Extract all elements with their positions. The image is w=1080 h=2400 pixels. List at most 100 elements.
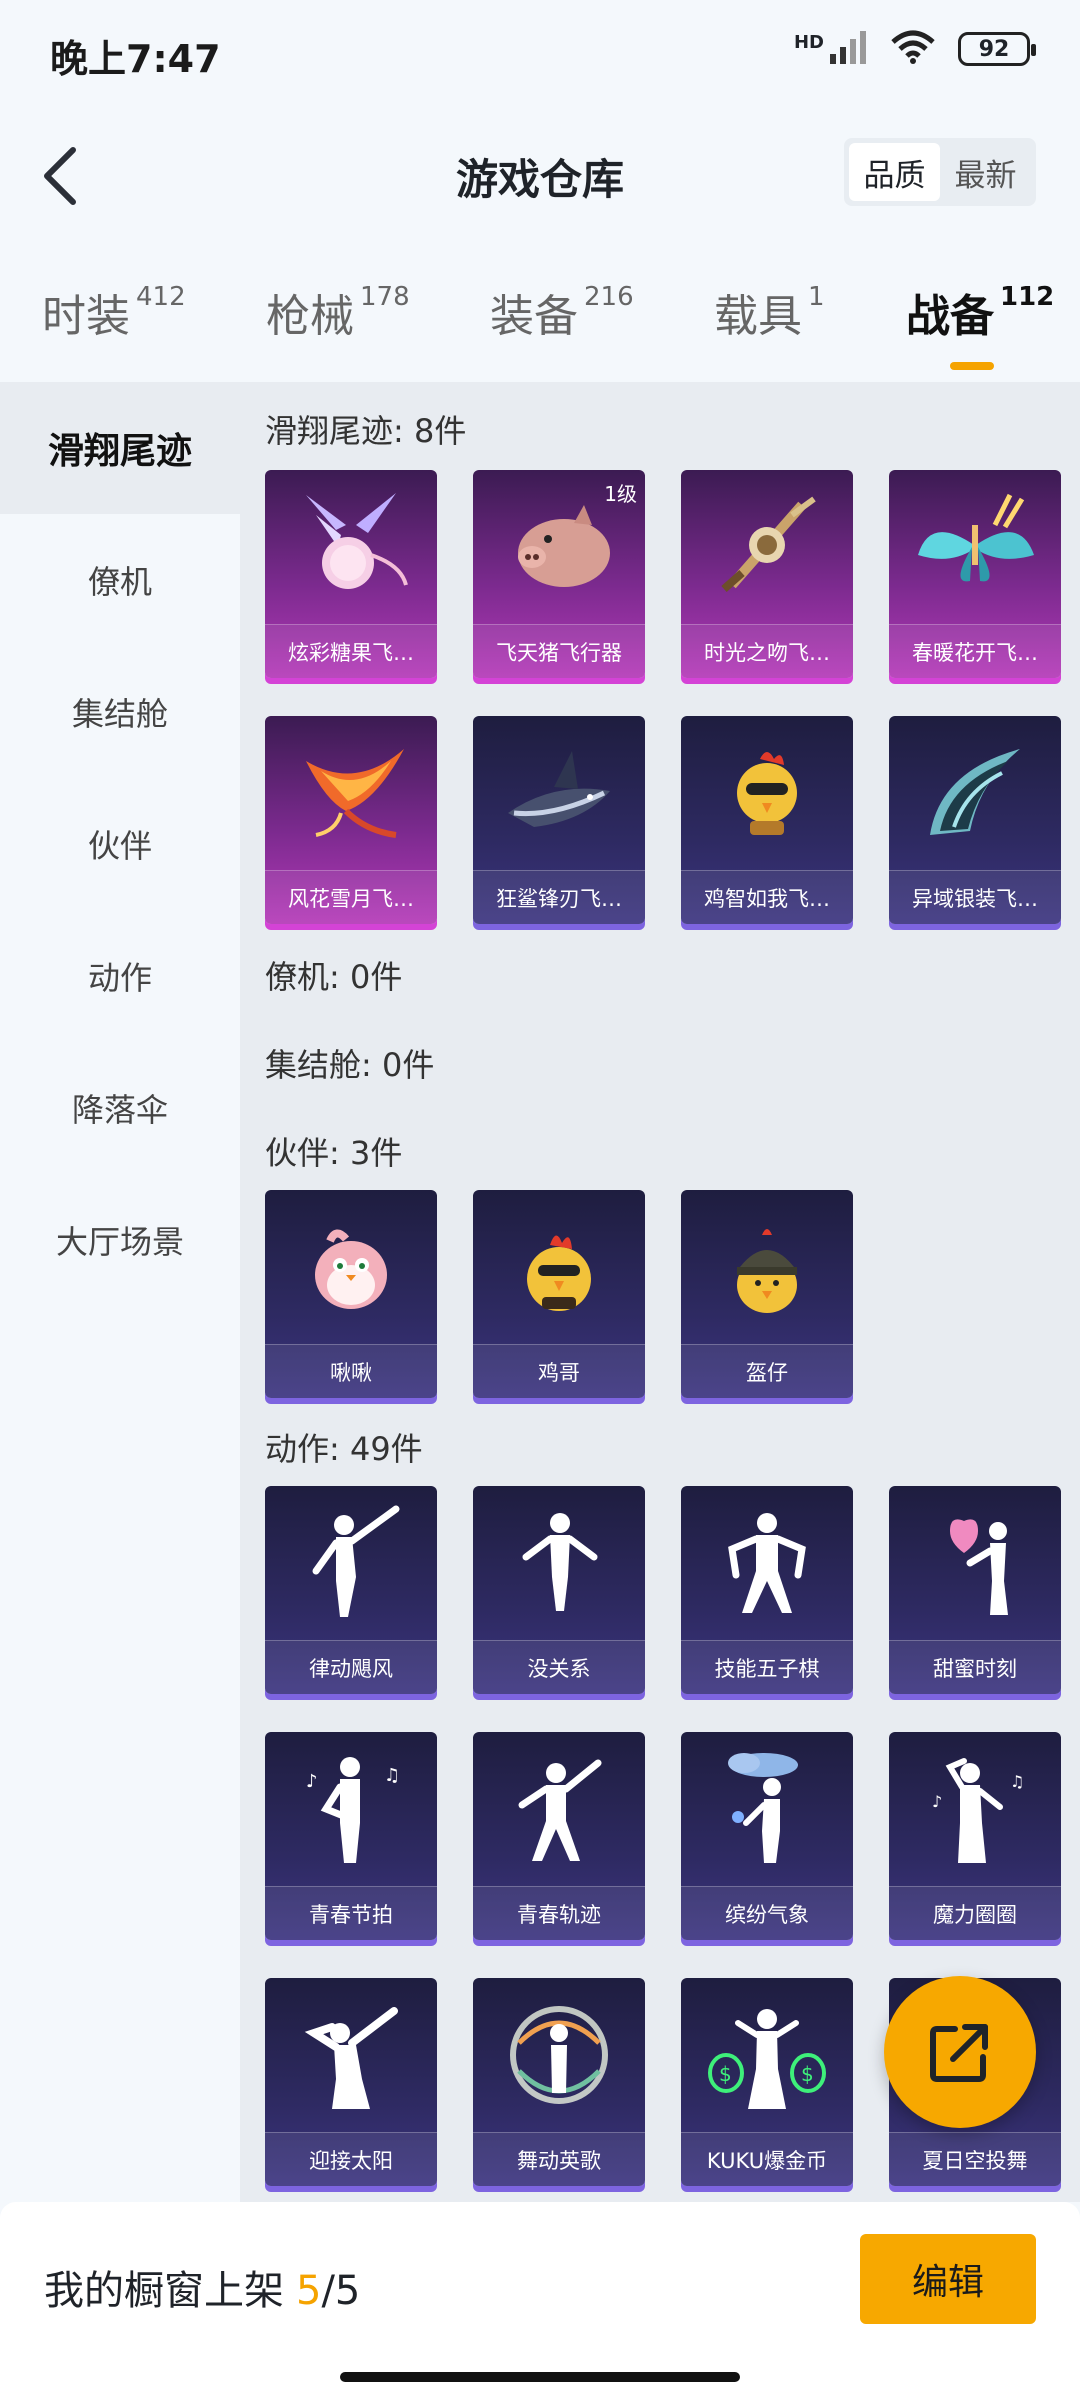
svg-text:$: $ bbox=[801, 2062, 814, 2086]
tab-vehicles[interactable]: 载具 1 bbox=[714, 280, 825, 344]
home-indicator[interactable] bbox=[340, 2372, 740, 2382]
item-card[interactable]: 缤纷气象 bbox=[681, 1732, 853, 1940]
item-card[interactable]: 啾啾 bbox=[265, 1190, 437, 1398]
tab-label: 载具 bbox=[714, 291, 802, 342]
sidebar-item-emote[interactable]: 动作 bbox=[0, 910, 240, 1042]
sort-newest-button[interactable]: 最新 bbox=[940, 143, 1031, 201]
tab-count: 1 bbox=[808, 282, 825, 312]
item-card[interactable]: 鸡哥 bbox=[473, 1190, 645, 1398]
wifi-icon bbox=[890, 30, 936, 68]
item-card[interactable]: 风花雪月飞… bbox=[265, 716, 437, 924]
header: 游戏仓库 品质 最新 bbox=[0, 110, 1080, 240]
pink-bird-icon bbox=[265, 1190, 437, 1340]
tab-label: 装备 bbox=[490, 291, 578, 342]
item-name: 时光之吻飞… bbox=[681, 624, 853, 678]
heart-pose-icon bbox=[889, 1486, 1061, 1636]
sidebar-item-capsule[interactable]: 集结舱 bbox=[0, 646, 240, 778]
flying-pig-icon bbox=[473, 470, 645, 620]
item-name: 风花雪月飞… bbox=[265, 870, 437, 924]
tab-count: 112 bbox=[1000, 282, 1055, 312]
sort-quality-button[interactable]: 品质 bbox=[849, 143, 940, 201]
item-card[interactable]: 青春轨迹 bbox=[473, 1732, 645, 1940]
item-card[interactable]: 迎接太阳 bbox=[265, 1978, 437, 2186]
item-name: 青春节拍 bbox=[265, 1886, 437, 1940]
butterfly-icon bbox=[889, 470, 1061, 620]
status-time: 晚上7:47 bbox=[50, 37, 221, 81]
swirl-pose-icon bbox=[473, 1978, 645, 2128]
tab-battle-gear[interactable]: 战备 112 bbox=[906, 280, 1055, 370]
signal-icon bbox=[828, 30, 868, 68]
item-name: 盔仔 bbox=[681, 1344, 853, 1398]
dance-pose-icon bbox=[681, 1486, 853, 1636]
item-card[interactable]: $ $ KUKU爆金币 bbox=[681, 1978, 853, 2186]
item-card[interactable]: 时光之吻飞… bbox=[681, 470, 853, 678]
section-title-glide-trail: 滑翔尾迹: 8件 bbox=[265, 412, 467, 450]
section-title-wingman: 僚机: 0件 bbox=[265, 958, 403, 996]
tab-count: 412 bbox=[136, 282, 186, 312]
item-card[interactable]: 技能五子棋 bbox=[681, 1486, 853, 1694]
item-card[interactable]: ♪ ♫ 魔力圈圈 bbox=[889, 1732, 1061, 1940]
dab-pose-icon bbox=[265, 1978, 437, 2128]
tab-count: 216 bbox=[584, 282, 634, 312]
item-card[interactable]: 舞动英歌 bbox=[473, 1978, 645, 2186]
sidebar: 滑翔尾迹 僚机 集结舱 伙伴 动作 降落伞 大厅场景 bbox=[0, 382, 240, 2202]
item-name: 异域银装飞… bbox=[889, 870, 1061, 924]
share-button[interactable] bbox=[884, 1976, 1036, 2128]
svg-text:♪: ♪ bbox=[306, 1771, 318, 1792]
showcase-count-current: 5 bbox=[296, 2268, 322, 2314]
bottom-bar: 我的橱窗上架 5 /5 编辑 bbox=[0, 2202, 1080, 2400]
item-card[interactable]: 1级 飞天猪飞行器 bbox=[473, 470, 645, 678]
item-card[interactable]: 律动飓风 bbox=[265, 1486, 437, 1694]
svg-text:♫: ♫ bbox=[384, 1765, 400, 1786]
item-name: 魔力圈圈 bbox=[889, 1886, 1061, 1940]
edit-button[interactable]: 编辑 bbox=[860, 2234, 1036, 2324]
sidebar-item-parachute[interactable]: 降落伞 bbox=[0, 1042, 240, 1174]
tab-label: 战备 bbox=[906, 291, 994, 342]
music-pose-icon: ♪ ♫ bbox=[889, 1732, 1061, 1882]
tab-label: 枪械 bbox=[266, 291, 354, 342]
item-card[interactable]: ♪ ♫ 青春节拍 bbox=[265, 1732, 437, 1940]
tab-label: 时装 bbox=[42, 291, 130, 342]
chicken-icon bbox=[681, 716, 853, 866]
item-card[interactable]: 炫彩糖果飞… bbox=[265, 470, 437, 678]
money-pose-icon: $ $ bbox=[681, 1978, 853, 2128]
status-icons: HD 92 bbox=[794, 30, 1036, 68]
dance-pose-icon bbox=[473, 1486, 645, 1636]
tab-fashion[interactable]: 时装 412 bbox=[42, 280, 186, 344]
item-name: 迎接太阳 bbox=[265, 2132, 437, 2186]
shark-icon bbox=[473, 716, 645, 866]
phoenix-icon bbox=[265, 716, 437, 866]
showcase-label: 我的橱窗上架 bbox=[44, 2268, 284, 2314]
item-card[interactable]: 没关系 bbox=[473, 1486, 645, 1694]
item-name: 炫彩糖果飞… bbox=[265, 624, 437, 678]
battery-icon: 92 bbox=[958, 32, 1036, 66]
dance-pose-icon bbox=[473, 1732, 645, 1882]
rooster-icon bbox=[473, 1190, 645, 1340]
item-card[interactable]: 异域银装飞… bbox=[889, 716, 1061, 924]
item-name: KUKU爆金币 bbox=[681, 2132, 853, 2186]
sidebar-item-lobby[interactable]: 大厅场景 bbox=[0, 1174, 240, 1306]
item-card[interactable]: 鸡智如我飞… bbox=[681, 716, 853, 924]
item-card[interactable]: 春暖花开飞… bbox=[889, 470, 1061, 678]
showcase-count-total: /5 bbox=[321, 2268, 361, 2314]
item-card[interactable]: 甜蜜时刻 bbox=[889, 1486, 1061, 1694]
item-name: 缤纷气象 bbox=[681, 1886, 853, 1940]
item-card[interactable]: 盔仔 bbox=[681, 1190, 853, 1398]
item-name: 没关系 bbox=[473, 1640, 645, 1694]
time-kiss-icon bbox=[681, 470, 853, 620]
tab-equipment[interactable]: 装备 216 bbox=[490, 280, 634, 344]
svg-text:♫: ♫ bbox=[1010, 1772, 1024, 1791]
sidebar-item-wingman[interactable]: 僚机 bbox=[0, 514, 240, 646]
item-name: 春暖花开飞… bbox=[889, 624, 1061, 678]
svg-text:♪: ♪ bbox=[932, 1792, 942, 1811]
sidebar-item-partner[interactable]: 伙伴 bbox=[0, 778, 240, 910]
section-title-capsule: 集结舱: 0件 bbox=[265, 1046, 435, 1084]
candy-trail-icon bbox=[265, 470, 437, 620]
sidebar-item-glide-trail[interactable]: 滑翔尾迹 bbox=[0, 382, 240, 514]
item-card[interactable]: 狂鲨锋刃飞… bbox=[473, 716, 645, 924]
battery-level: 92 bbox=[978, 36, 1010, 62]
item-name: 鸡哥 bbox=[473, 1344, 645, 1398]
tab-guns[interactable]: 枪械 178 bbox=[266, 280, 410, 344]
section-title-partner: 伙伴: 3件 bbox=[265, 1134, 403, 1172]
sort-toggle: 品质 最新 bbox=[844, 138, 1036, 206]
